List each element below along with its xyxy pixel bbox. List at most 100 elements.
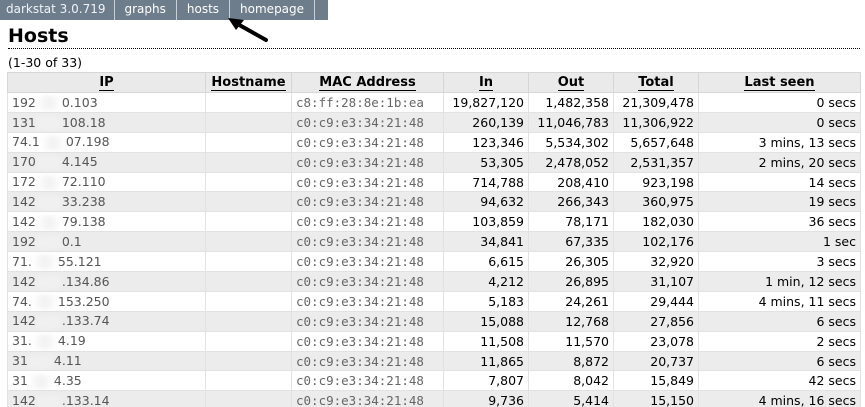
last-seen-cell: 1 sec — [698, 231, 861, 253]
page-title: Hosts — [8, 25, 69, 47]
table-row: 31. 4.19 c0:c9:e3:34:21:48 11,508 11,570 23,0… — [7, 330, 861, 352]
nav-hosts-link[interactable]: hosts — [177, 0, 231, 20]
last-seen-cell: 4 mins, 11 secs — [698, 290, 861, 312]
table-row: 71. 55.121 c0:c9:e3:34:21:48 6,615 26,305 32,… — [7, 251, 861, 273]
bytes-total-cell: 2,531,357 — [613, 151, 699, 173]
column-header-total[interactable]: Total — [613, 72, 699, 93]
bytes-in-cell: 11,865 — [443, 350, 529, 372]
sort-total-link[interactable]: Total — [638, 75, 674, 91]
last-seen-cell: 36 secs — [698, 211, 861, 233]
mac-address-cell: c0:c9:e3:34:21:48 — [291, 271, 444, 292]
redaction-blur — [35, 314, 62, 329]
ip-cell[interactable]: 74. 153.250 — [7, 290, 206, 312]
ip-suffix: 4.19 — [57, 333, 86, 349]
last-seen-cell: 2 mins, 20 secs — [698, 151, 861, 173]
bytes-in-cell: 53,305 — [443, 151, 529, 173]
redaction-blur — [31, 295, 58, 310]
table-header-row: IP Hostname MAC Address In Out Total Las… — [7, 72, 861, 93]
ip-suffix: 55.121 — [57, 253, 102, 269]
bytes-out-cell: 24,261 — [528, 290, 614, 312]
ip-cell[interactable]: 142 33.238 — [7, 191, 206, 213]
mac-address-cell: c0:c9:e3:34:21:48 — [291, 330, 444, 352]
ip-prefix: 170 — [12, 154, 36, 170]
redaction-blur — [31, 334, 58, 349]
hostname-cell — [205, 310, 292, 332]
ip-suffix: 4.145 — [61, 154, 98, 170]
last-seen-cell: 6 secs — [698, 310, 861, 332]
ip-cell[interactable]: 172 72.110 — [7, 171, 206, 193]
sort-ip-link[interactable]: IP — [99, 75, 114, 91]
ip-prefix: 31 — [12, 373, 28, 389]
ip-suffix: 33.238 — [61, 194, 106, 210]
bytes-total-cell: 102,176 — [613, 231, 699, 253]
sort-last-seen-link[interactable]: Last seen — [744, 75, 815, 91]
bytes-out-cell: 11,570 — [528, 330, 614, 352]
mac-address-cell: c0:c9:e3:34:21:48 — [291, 290, 444, 312]
sort-mac-link[interactable]: MAC Address — [319, 75, 416, 91]
bytes-in-cell: 260,139 — [443, 111, 529, 133]
ip-cell[interactable]: 31 4.11 — [7, 350, 206, 372]
bytes-out-cell: 12,768 — [528, 310, 614, 332]
redaction-blur — [35, 96, 62, 111]
bytes-out-cell: 208,410 — [528, 171, 614, 193]
hostname-cell — [205, 111, 292, 133]
mac-address-cell: c0:c9:e3:34:21:48 — [291, 191, 444, 213]
bytes-in-cell: 103,859 — [443, 211, 529, 233]
bytes-in-cell: 4,212 — [443, 271, 529, 292]
hosts-table: IP Hostname MAC Address In Out Total Las… — [7, 72, 861, 407]
bytes-in-cell: 19,827,120 — [443, 92, 529, 113]
ip-suffix: 0.103 — [61, 94, 98, 110]
bytes-in-cell: 714,788 — [443, 171, 529, 193]
ip-cell[interactable]: 142 .133.74 — [7, 310, 206, 332]
ip-cell[interactable]: 74.1 07.198 — [7, 131, 206, 153]
hostname-cell — [205, 151, 292, 173]
sort-out-link[interactable]: Out — [557, 75, 585, 91]
mac-address-cell: c0:c9:e3:34:21:48 — [291, 151, 444, 173]
ip-cell[interactable]: 31. 4.19 — [7, 330, 206, 352]
table-row: 172 72.110 c0:c9:e3:34:21:48 714,788 208,410… — [7, 171, 861, 193]
ip-prefix: 192 — [12, 233, 36, 249]
ip-cell[interactable]: 170 4.145 — [7, 151, 206, 173]
ip-prefix: 31 — [12, 353, 28, 369]
last-seen-cell: 0 secs — [698, 92, 861, 113]
column-header-last-seen[interactable]: Last seen — [698, 72, 861, 93]
ip-suffix: 0.1 — [61, 233, 82, 249]
column-header-out[interactable]: Out — [528, 72, 614, 93]
redaction-blur — [35, 275, 62, 290]
mac-address-cell: c0:c9:e3:34:21:48 — [291, 111, 444, 133]
ip-cell[interactable]: 192 0.103 — [7, 92, 206, 113]
ip-suffix: 108.18 — [61, 114, 106, 130]
bytes-out-cell: 266,343 — [528, 191, 614, 213]
redaction-blur — [35, 175, 62, 190]
ip-cell[interactable]: 131 108.18 — [7, 111, 206, 133]
last-seen-cell: 1 min, 12 secs — [698, 271, 861, 292]
table-row: 74. 153.250 c0:c9:e3:34:21:48 5,183 24,261 29… — [7, 290, 861, 312]
ip-cell[interactable]: 142 79.138 — [7, 211, 206, 233]
bytes-out-cell: 1,482,358 — [528, 92, 614, 113]
mac-address-cell: c0:c9:e3:34:21:48 — [291, 131, 444, 153]
sort-hostname-link[interactable]: Hostname — [211, 75, 286, 91]
column-header-in[interactable]: In — [443, 72, 529, 93]
nav-graphs-link[interactable]: graphs — [115, 0, 177, 20]
mac-address-cell: c0:c9:e3:34:21:48 — [291, 310, 444, 332]
ip-cell[interactable]: 192 0.1 — [7, 231, 206, 253]
hostname-cell — [205, 290, 292, 312]
ip-suffix: .133.14 — [61, 393, 110, 407]
result-range-label: (1-30 of 33) — [8, 55, 83, 70]
column-header-hostname[interactable]: Hostname — [205, 72, 292, 93]
last-seen-cell: 4 mins, 16 secs — [698, 390, 861, 407]
sort-in-link[interactable]: In — [478, 75, 494, 91]
ip-prefix: 142 — [12, 273, 36, 289]
ip-cell[interactable]: 142 .134.86 — [7, 271, 206, 292]
ip-cell[interactable]: 31 4.35 — [7, 370, 206, 392]
hostname-cell — [205, 191, 292, 213]
ip-cell[interactable]: 71. 55.121 — [7, 251, 206, 273]
ip-cell[interactable]: 142 .133.14 — [7, 390, 206, 407]
mac-address-cell: c0:c9:e3:34:21:48 — [291, 390, 444, 407]
column-header-ip[interactable]: IP — [7, 72, 206, 93]
last-seen-cell: 0 secs — [698, 111, 861, 133]
column-header-mac[interactable]: MAC Address — [291, 72, 444, 93]
hostname-cell — [205, 211, 292, 233]
bytes-total-cell: 182,030 — [613, 211, 699, 233]
last-seen-cell: 6 secs — [698, 350, 861, 372]
